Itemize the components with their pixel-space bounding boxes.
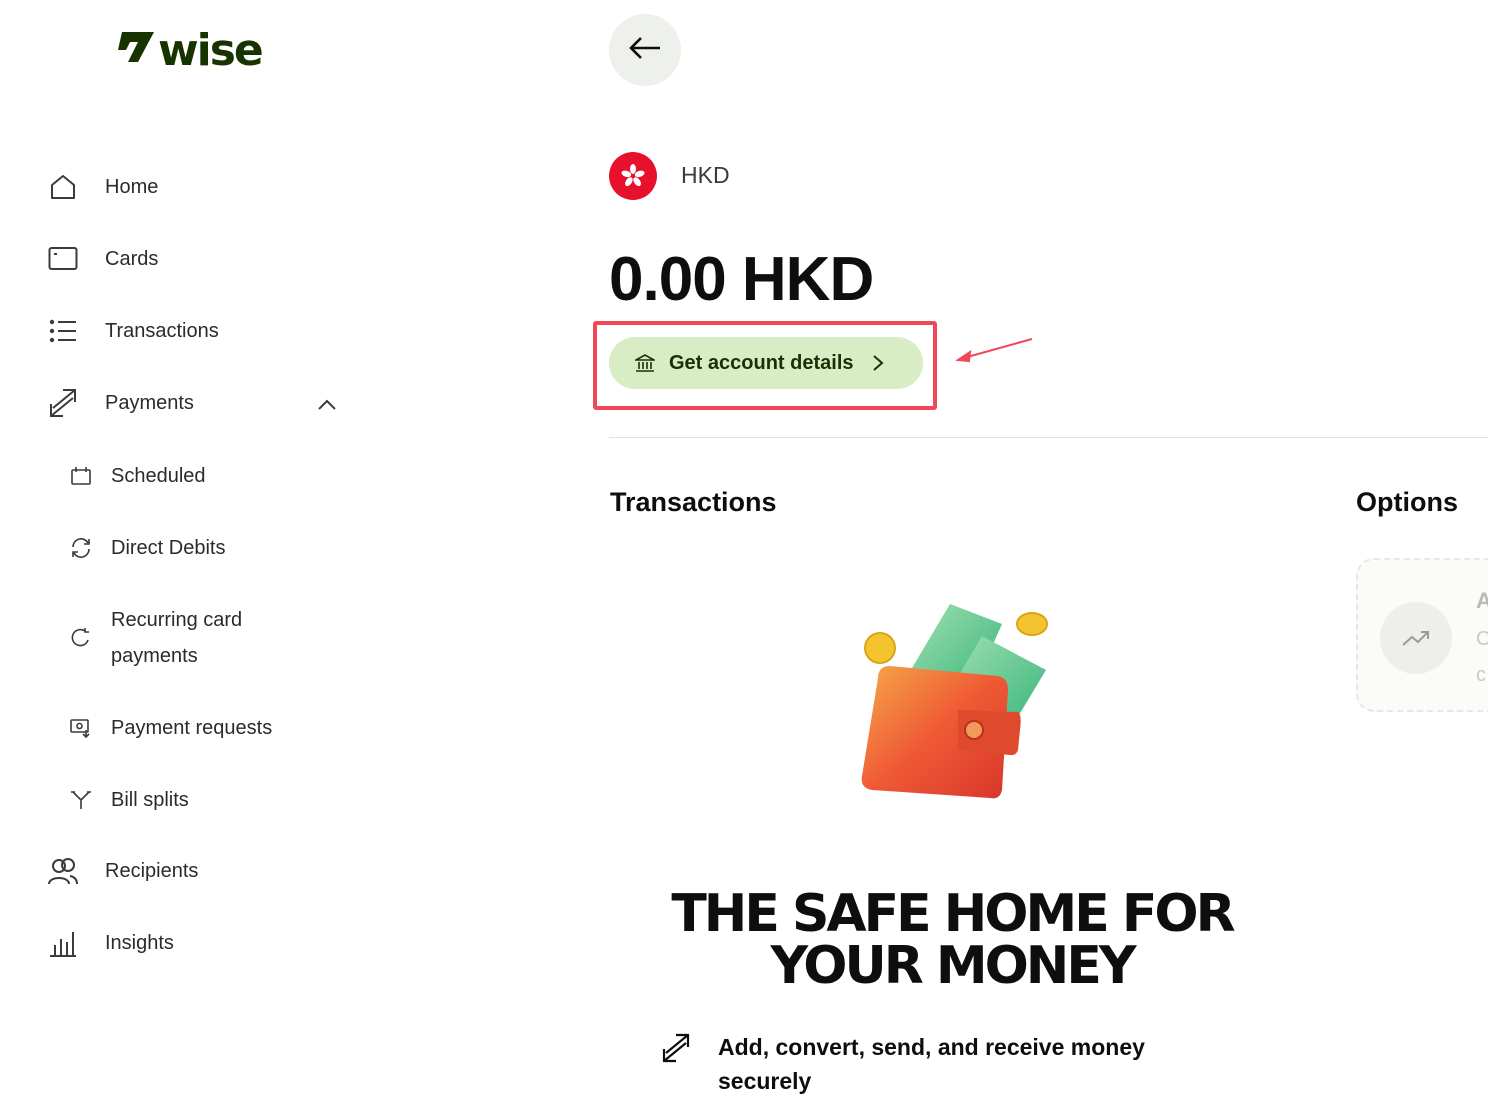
card-icon <box>48 244 78 274</box>
trend-up-icon <box>1380 602 1452 674</box>
annotation-arrow <box>950 335 1040 372</box>
sidebar-item-cards[interactable]: Cards <box>48 244 158 274</box>
option-card-title: A <box>1476 588 1488 613</box>
recipients-icon <box>48 856 78 886</box>
list-icon <box>48 316 78 346</box>
payments-icon <box>48 388 78 418</box>
sidebar-item-label: Cards <box>105 247 159 270</box>
sidebar-subitem-scheduled[interactable]: Scheduled <box>69 458 206 494</box>
calendar-icon <box>69 458 93 494</box>
sidebar-item-home[interactable]: Home <box>48 172 158 202</box>
bar-chart-icon <box>48 928 78 958</box>
get-account-details-label: Get account details <box>669 351 854 374</box>
refresh-icon <box>69 530 93 566</box>
split-icon <box>69 782 93 818</box>
option-card-text: C <box>1476 628 1488 650</box>
wise-logo[interactable]: wise <box>116 25 264 76</box>
request-icon <box>69 710 93 746</box>
options-title: Options <box>1356 487 1458 517</box>
option-card-text: c <box>1476 664 1486 686</box>
sidebar-subitem-payment-requests[interactable]: Payment requests <box>69 710 272 746</box>
feature-item: Add, convert, send, and receive money se… <box>660 1030 1188 1098</box>
promo-headline-line1: THE SAFE HOME FOR <box>671 884 1235 944</box>
wise-flag-icon <box>116 28 156 74</box>
sidebar-subitem-label: Bill splits <box>111 789 189 811</box>
sidebar-subitem-recurring-card-payments[interactable]: Recurring card payments <box>69 602 281 674</box>
promo-headline-line2: YOUR MONEY <box>770 936 1136 996</box>
chevron-up-icon[interactable] <box>314 392 340 418</box>
sidebar-item-label: Transactions <box>105 319 219 342</box>
sidebar-subitem-label: Recurring card payments <box>111 609 243 667</box>
transactions-title: Transactions <box>610 487 777 517</box>
feature-text: Add, convert, send, and receive money se… <box>718 1034 1145 1094</box>
sidebar-item-payments[interactable]: Payments <box>48 388 194 418</box>
chevron-right-icon <box>872 354 884 372</box>
sidebar-item-label: Insights <box>105 931 174 954</box>
section-divider <box>609 437 1488 438</box>
sidebar-item-label: Recipients <box>105 859 199 882</box>
wallet-illustration <box>850 600 1060 810</box>
sidebar-item-recipients[interactable]: Recipients <box>48 856 198 886</box>
sidebar-subitem-label: Direct Debits <box>111 537 226 559</box>
sidebar-item-transactions[interactable]: Transactions <box>48 316 219 346</box>
sidebar-subitem-direct-debits[interactable]: Direct Debits <box>69 530 225 566</box>
sidebar-subitem-label: Payment requests <box>111 717 273 739</box>
promo-headline: THE SAFE HOME FOR YOUR MONEY <box>610 888 1294 992</box>
balance-amount: 0.00 HKD <box>609 245 874 314</box>
repeat-icon <box>69 602 93 674</box>
hkd-flag-icon <box>609 152 657 200</box>
home-icon <box>48 172 78 202</box>
back-button[interactable] <box>609 14 681 86</box>
sidebar-item-label: Home <box>105 175 159 198</box>
arrow-left-icon <box>628 36 662 65</box>
sidebar-subitem-bill-splits[interactable]: Bill splits <box>69 782 189 818</box>
sidebar-subitem-label: Scheduled <box>111 465 206 487</box>
option-card[interactable]: A C c <box>1356 558 1488 712</box>
sidebar-item-insights[interactable]: Insights <box>48 928 174 958</box>
currency-code: HKD <box>681 162 730 188</box>
get-account-details-button[interactable]: Get account details <box>609 337 923 389</box>
wise-wordmark: wise <box>158 25 264 76</box>
bank-icon <box>635 353 655 373</box>
convert-arrows-icon <box>660 1030 692 1066</box>
sidebar-item-label: Payments <box>105 391 194 414</box>
